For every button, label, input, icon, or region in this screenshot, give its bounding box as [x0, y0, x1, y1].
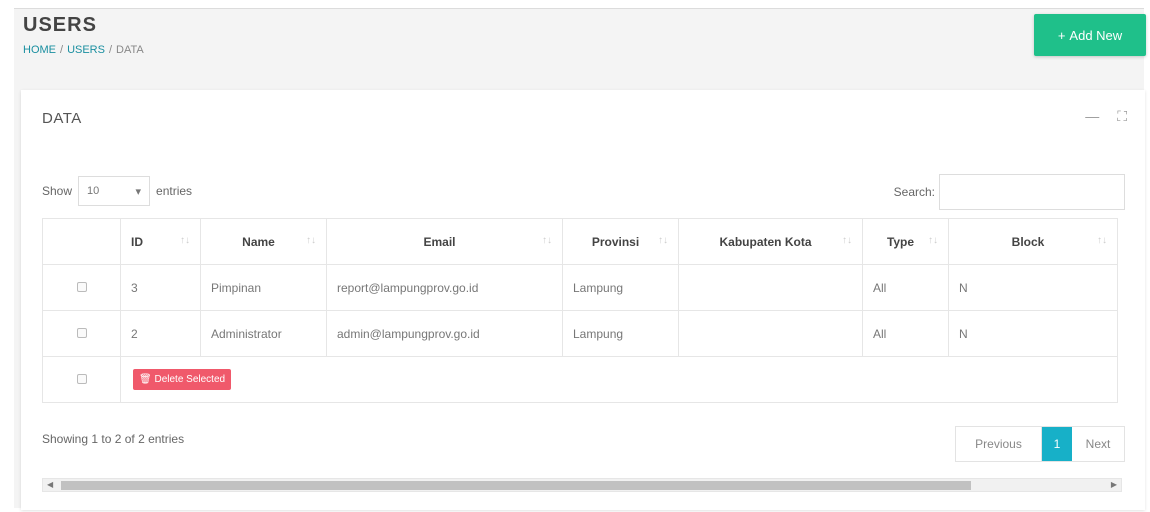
cell-name: Administrator	[200, 310, 327, 357]
cell-id: 3	[120, 264, 201, 311]
cell-block: N	[948, 310, 1118, 357]
breadcrumb-home[interactable]: HOME	[23, 44, 56, 56]
table-row-actions: 🗑 Delete Selected	[42, 356, 1118, 403]
sort-icon: ↑↓	[658, 234, 668, 246]
cell-type: All	[862, 264, 949, 311]
scroll-thumb[interactable]	[61, 481, 971, 490]
column-header-provinsi[interactable]: Provinsi ↑↓	[562, 218, 679, 265]
plus-icon: +	[1057, 27, 1066, 43]
entries-length-control: Show 10 ▾ entries	[42, 176, 192, 206]
table-row: 3 Pimpinan report@lampungprov.go.id Lamp…	[42, 264, 1118, 311]
cell-provinsi: Lampung	[562, 310, 679, 357]
add-new-label: Add New	[1069, 27, 1123, 43]
sort-icon: ↑↓	[180, 234, 190, 246]
cell-name: Pimpinan	[200, 264, 327, 311]
column-header-id[interactable]: ID ↑↓	[120, 218, 201, 265]
breadcrumb-users[interactable]: USERS	[67, 44, 105, 56]
add-new-button[interactable]: + Add New	[1034, 14, 1146, 56]
sort-icon: ↑↓	[1097, 234, 1107, 246]
delete-selected-button[interactable]: 🗑 Delete Selected	[133, 369, 232, 390]
sort-icon: ↑↓	[542, 234, 552, 246]
cell-id: 2	[120, 310, 201, 357]
select-all-checkbox[interactable]	[76, 373, 87, 384]
search-label: Search:	[893, 185, 935, 199]
previous-page-button[interactable]: Previous	[956, 427, 1042, 461]
cell-email: report@lampungprov.go.id	[326, 264, 563, 311]
column-header-select	[42, 218, 121, 265]
entries-label: entries	[156, 184, 193, 198]
scroll-left-icon[interactable]: ◀	[47, 479, 53, 491]
trash-icon: 🗑	[139, 374, 152, 385]
pagination: Previous 1 Next	[955, 426, 1125, 462]
column-header-name[interactable]: Name ↑↓	[200, 218, 327, 265]
column-header-kabupaten[interactable]: Kabupaten Kota ↑↓	[678, 218, 863, 265]
column-header-email[interactable]: Email ↑↓	[326, 218, 563, 265]
cell-block: N	[948, 264, 1118, 311]
breadcrumb-data: DATA	[116, 44, 144, 56]
next-page-button[interactable]: Next	[1072, 427, 1124, 461]
row-checkbox[interactable]	[76, 281, 87, 292]
sort-icon: ↑↓	[306, 234, 316, 246]
entries-select[interactable]: 10 ▾	[78, 176, 151, 206]
breadcrumb-separator: /	[60, 44, 64, 56]
scroll-right-icon[interactable]: ▶	[1111, 479, 1117, 491]
table-row: 2 Administrator admin@lampungprov.go.id …	[42, 310, 1118, 357]
table-info: Showing 1 to 2 of 2 entries	[42, 432, 185, 446]
sort-icon: ↑↓	[928, 234, 938, 246]
card-tools: — ⛶	[1085, 108, 1127, 125]
data-card: DATA — ⛶ Show 10 ▾ entries Search: ID ↑↓ …	[21, 90, 1145, 510]
actions-cell: 🗑 Delete Selected	[120, 356, 1118, 403]
chevron-down-icon: ▾	[135, 185, 142, 198]
column-header-type[interactable]: Type ↑↓	[862, 218, 949, 265]
row-checkbox[interactable]	[76, 327, 87, 338]
horizontal-scrollbar[interactable]: ◀ ▶	[42, 478, 1122, 492]
search-control: Search:	[894, 174, 1125, 210]
search-input[interactable]	[939, 174, 1125, 210]
cell-email: admin@lampungprov.go.id	[326, 310, 563, 357]
users-table: ID ↑↓ Name ↑↓ Email ↑↓ Provinsi ↑↓ Kabupaten…	[42, 218, 1118, 403]
row-select-cell	[42, 264, 121, 311]
page-title: USERS	[23, 14, 97, 36]
breadcrumb: HOME / USERS / DATA	[23, 44, 144, 56]
table-header-row: ID ↑↓ Name ↑↓ Email ↑↓ Provinsi ↑↓ Kabupaten…	[42, 218, 1118, 265]
entries-value: 10	[87, 185, 100, 197]
cell-kabupaten	[678, 264, 863, 311]
select-all-cell	[42, 356, 121, 403]
show-label: Show	[42, 184, 73, 198]
fullscreen-icon[interactable]: ⛶	[1117, 108, 1127, 125]
row-select-cell	[42, 310, 121, 357]
cell-provinsi: Lampung	[562, 264, 679, 311]
card-title: DATA	[42, 110, 82, 127]
sort-icon: ↑↓	[842, 234, 852, 246]
column-header-block[interactable]: Block ↑↓	[948, 218, 1118, 265]
breadcrumb-separator: /	[108, 44, 113, 56]
minimize-icon[interactable]: —	[1085, 108, 1099, 125]
cell-kabupaten	[678, 310, 863, 357]
cell-type: All	[862, 310, 949, 357]
page-1-button[interactable]: 1	[1042, 427, 1072, 461]
